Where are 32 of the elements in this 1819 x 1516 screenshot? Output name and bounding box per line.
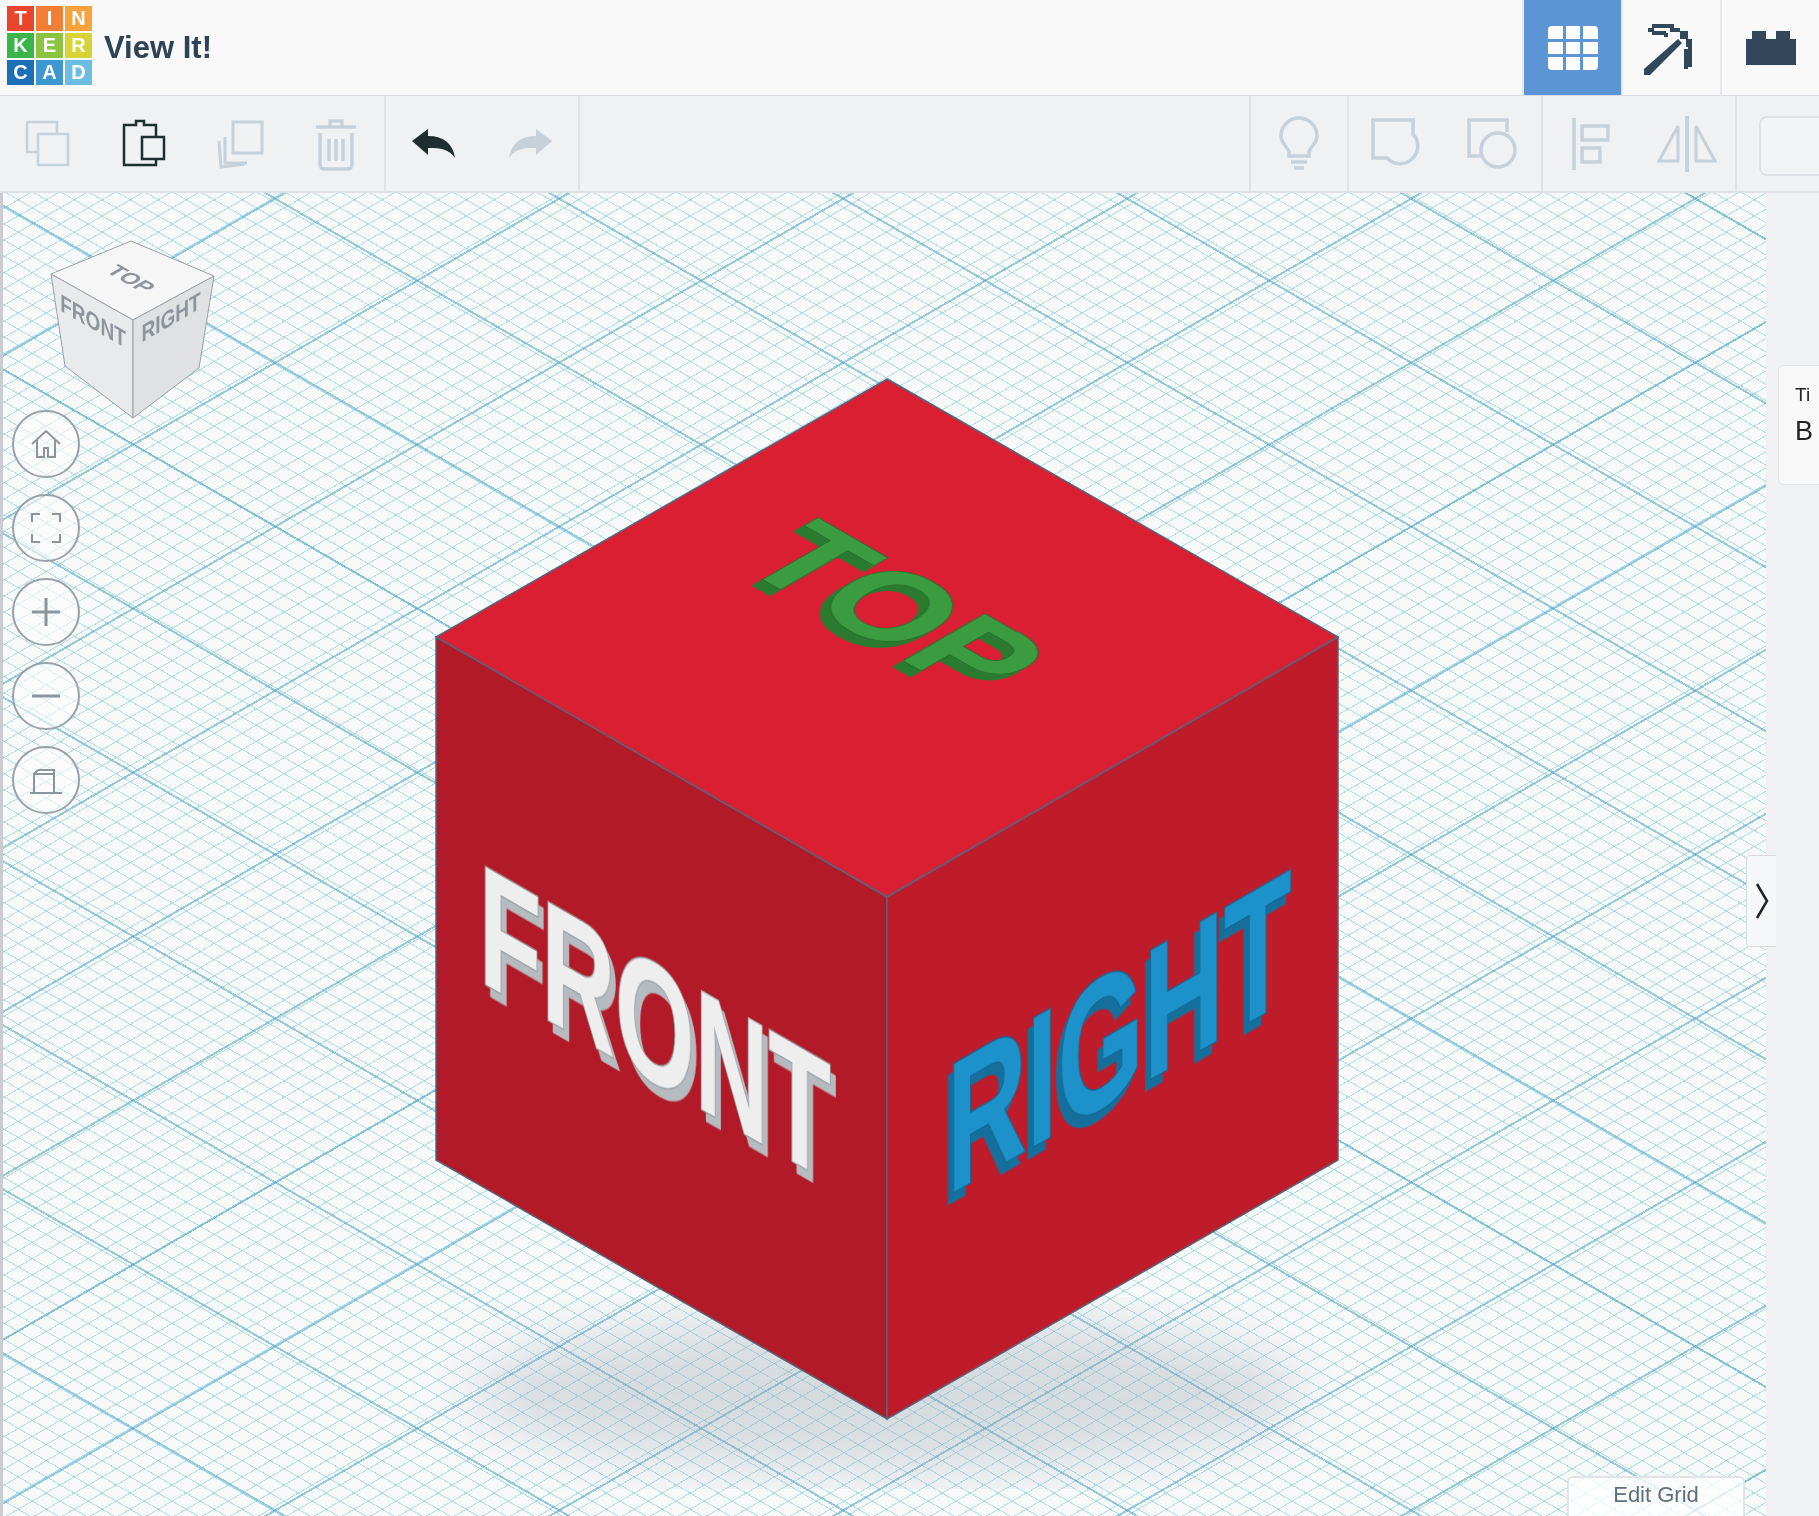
brick-icon — [1743, 28, 1798, 67]
lightbulb-icon — [1279, 115, 1319, 172]
view-cube-top-label[interactable]: TOP — [100, 261, 162, 297]
undo-icon — [412, 128, 456, 159]
zoom-in-button[interactable] — [12, 578, 80, 646]
home-button[interactable] — [12, 410, 80, 478]
view-cube[interactable] — [50, 240, 215, 419]
project-title: View It! — [104, 29, 212, 66]
cube-model[interactable] — [434, 378, 1340, 1421]
fit-view-icon — [30, 512, 62, 544]
tinkercad-logo[interactable]: T I N K E R C A D — [7, 6, 92, 85]
copy-icon — [25, 119, 71, 168]
trash-icon — [314, 116, 358, 171]
zoom-in-icon — [30, 596, 62, 628]
home-icon — [30, 428, 62, 460]
shape-card[interactable]: Ti B — [1778, 365, 1819, 485]
grid-icon — [1547, 25, 1598, 70]
clipboard-icon — [122, 118, 166, 169]
collapse-panel-button[interactable] — [1746, 855, 1776, 947]
chevron-right-icon — [1754, 882, 1769, 920]
perspective-button[interactable] — [12, 746, 80, 814]
redo-icon — [508, 128, 552, 159]
ungroup-icon — [1467, 117, 1519, 170]
align-icon — [1571, 115, 1611, 172]
zoom-out-icon — [30, 693, 62, 699]
card-text: B — [1795, 416, 1814, 447]
duplicate-icon — [215, 118, 265, 169]
fit-button[interactable] — [12, 494, 80, 562]
mirror-icon — [1657, 113, 1717, 174]
card-text: Ti — [1795, 384, 1812, 406]
edit-grid-button[interactable]: Edit Grid — [1567, 1476, 1745, 1516]
zoom-out-button[interactable] — [12, 662, 80, 730]
